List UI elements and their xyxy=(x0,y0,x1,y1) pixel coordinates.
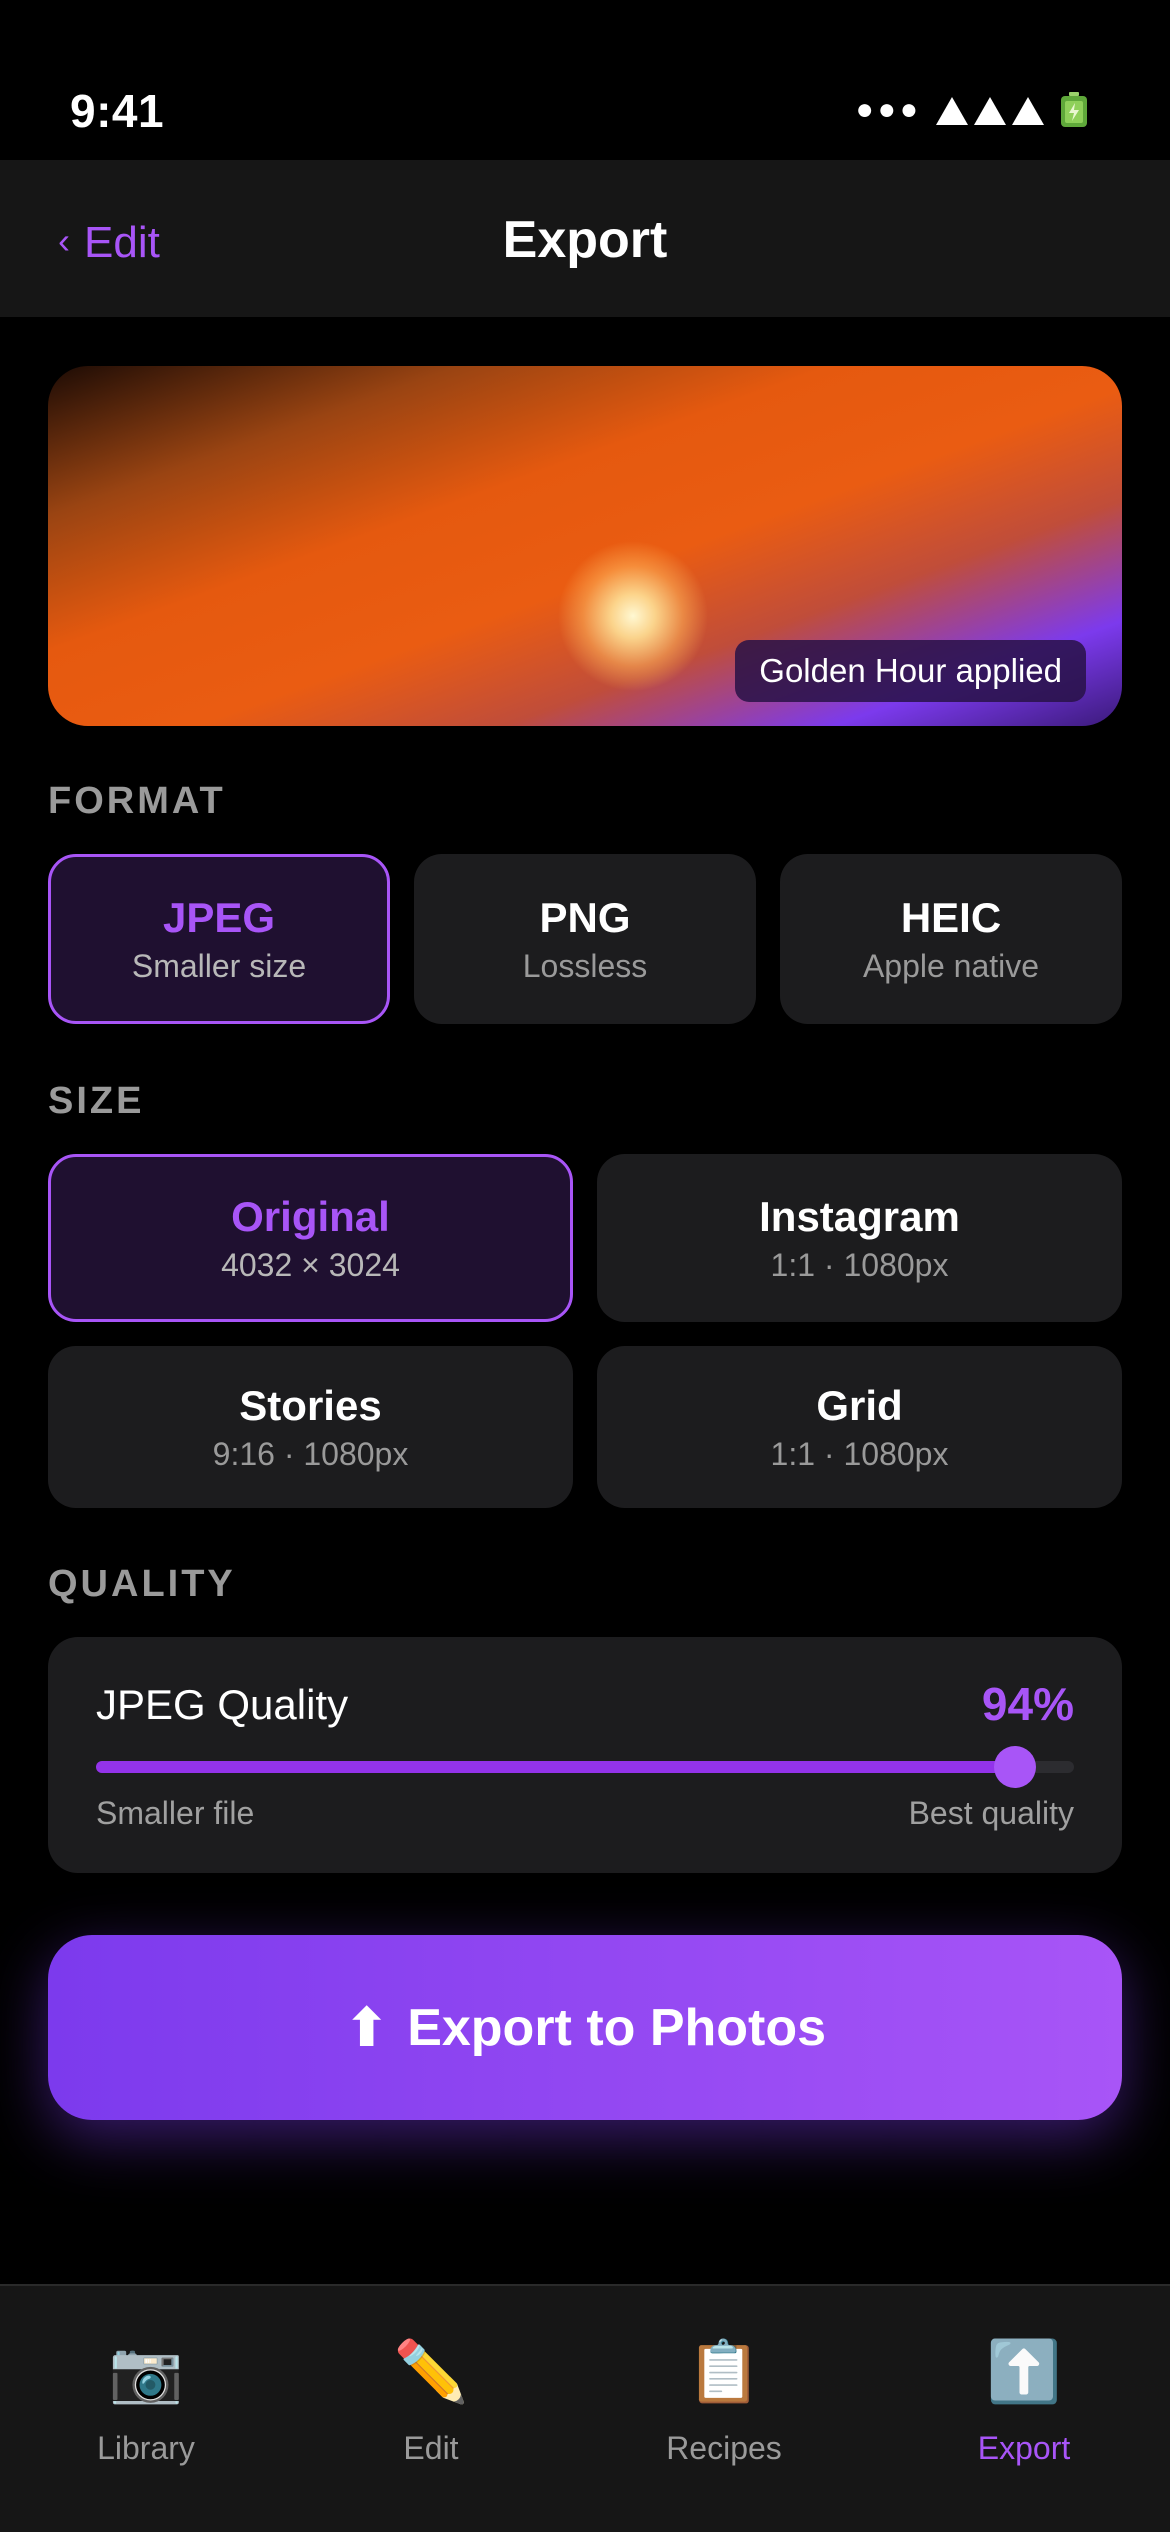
camera-icon: 📷 xyxy=(108,2338,184,2405)
format-option-title: JPEG xyxy=(162,893,276,941)
navigation-bar: ‹ Edit Export xyxy=(0,160,1170,317)
format-option-title: PNG xyxy=(539,893,631,941)
quality-slider-thumb[interactable] xyxy=(994,1746,1037,1788)
tab-label: Edit xyxy=(403,2430,459,2466)
size-option-subtitle: 9:16 · 1080px xyxy=(212,1435,409,1472)
page-title: Export xyxy=(502,211,668,269)
export-button-label: Export to Photos xyxy=(407,1998,827,2057)
status-time: 9:41 xyxy=(70,85,165,137)
size-option-subtitle: 1:1 · 1080px xyxy=(770,1435,949,1472)
tab-label: Export xyxy=(977,2430,1071,2466)
quality-slider[interactable] xyxy=(96,1746,1074,1788)
size-section-label: SIZE xyxy=(48,1080,145,1122)
size-option-subtitle: 4032 × 3024 xyxy=(221,1246,400,1283)
tab-label: Recipes xyxy=(666,2430,782,2466)
quality-max-label: Best quality xyxy=(908,1795,1074,1831)
size-option-stories[interactable]: Stories 9:16 · 1080px xyxy=(48,1346,573,1508)
size-option-title: Instagram xyxy=(759,1192,960,1240)
size-option-grid[interactable]: Grid 1:1 · 1080px xyxy=(597,1346,1122,1508)
cellular-signal-icon xyxy=(936,95,1046,125)
clipboard-icon: 📋 xyxy=(686,2338,762,2405)
format-section-label: FORMAT xyxy=(48,780,226,822)
quality-label: JPEG Quality xyxy=(96,1681,349,1728)
format-option-heic[interactable]: HEIC Apple native xyxy=(780,854,1122,1024)
format-option-png[interactable]: PNG Lossless xyxy=(414,854,756,1024)
format-option-subtitle: Lossless xyxy=(522,947,648,984)
tab-bar: 📷 Library ✏️ Edit 📋 Recipes ⬆️ Export xyxy=(0,2284,1170,2532)
tab-library[interactable]: 📷 Library xyxy=(0,2286,292,2532)
tab-export[interactable]: ⬆️ Export xyxy=(878,2286,1170,2532)
pencil-icon: ✏️ xyxy=(393,2338,469,2405)
quality-section-label: QUALITY xyxy=(48,1563,236,1605)
quality-slider-fill xyxy=(96,1761,1016,1773)
size-option-subtitle: 1:1 · 1080px xyxy=(770,1246,949,1283)
format-option-jpeg[interactable]: JPEG Smaller size xyxy=(48,854,390,1024)
tab-edit[interactable]: ✏️ Edit xyxy=(285,2286,577,2532)
filter-applied-badge: Golden Hour applied xyxy=(735,640,1086,702)
format-option-subtitle: Apple native xyxy=(862,947,1040,984)
size-option-instagram[interactable]: Instagram 1:1 · 1080px xyxy=(597,1154,1122,1322)
export-screen: 9:41 ●●● ‹ Edit Export Golden Hour appli… xyxy=(0,0,1170,2532)
size-option-original[interactable]: Original 4032 × 3024 xyxy=(48,1154,573,1322)
upload-arrow-icon: ⬆ xyxy=(343,1998,390,2058)
quality-value: 94% xyxy=(981,1678,1074,1730)
upload-icon: ⬆️ xyxy=(986,2338,1062,2405)
status-indicators: ●●● xyxy=(856,92,1088,128)
format-option-subtitle: Smaller size xyxy=(131,947,307,984)
tab-label: Library xyxy=(97,2430,195,2466)
size-option-title: Original xyxy=(231,1192,390,1240)
quality-panel: JPEG Quality 94% Smaller file Best quali… xyxy=(48,1637,1122,1873)
size-option-title: Stories xyxy=(239,1381,382,1429)
battery-icon xyxy=(1060,92,1088,128)
export-to-photos-button[interactable]: ⬆ Export to Photos xyxy=(48,1935,1122,2120)
photo-preview: Golden Hour applied xyxy=(48,366,1122,726)
size-option-title: Grid xyxy=(816,1381,903,1429)
tab-recipes[interactable]: 📋 Recipes xyxy=(578,2286,870,2532)
signal-dots-icon: ●●● xyxy=(855,93,922,126)
status-bar: 9:41 ●●● xyxy=(0,0,1170,160)
quality-min-label: Smaller file xyxy=(96,1795,255,1831)
format-option-title: HEIC xyxy=(900,893,1002,941)
